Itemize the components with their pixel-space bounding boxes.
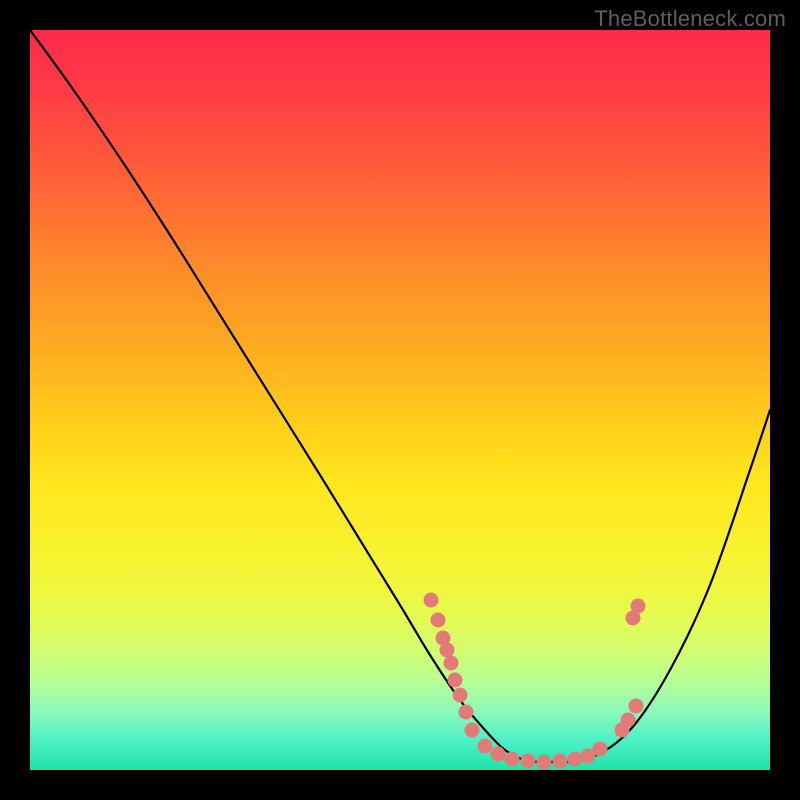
sample-dot bbox=[553, 754, 568, 769]
sample-dot bbox=[459, 705, 474, 720]
sample-dot bbox=[631, 599, 646, 614]
sample-dot bbox=[448, 673, 463, 688]
curve-layer bbox=[30, 30, 770, 770]
sample-dot bbox=[465, 723, 480, 738]
sample-dot bbox=[424, 593, 439, 608]
sample-dot bbox=[478, 739, 493, 754]
sample-dot bbox=[491, 747, 506, 762]
sample-dot bbox=[537, 755, 552, 770]
chart-stage: TheBottleneck.com bbox=[0, 0, 800, 800]
bottleneck-curve bbox=[30, 30, 770, 762]
sample-dot bbox=[568, 752, 583, 767]
sample-dot bbox=[453, 688, 468, 703]
sample-dot bbox=[629, 699, 644, 714]
sample-dot bbox=[621, 713, 636, 728]
watermark-text: TheBottleneck.com bbox=[594, 6, 786, 32]
plot-area bbox=[30, 30, 770, 770]
sample-dot bbox=[505, 752, 520, 767]
sample-dot bbox=[440, 643, 455, 658]
sample-dot bbox=[431, 613, 446, 628]
sample-dot bbox=[593, 742, 608, 757]
sample-dot bbox=[444, 656, 459, 671]
sample-dots-group bbox=[424, 593, 646, 770]
sample-dot bbox=[521, 754, 536, 769]
